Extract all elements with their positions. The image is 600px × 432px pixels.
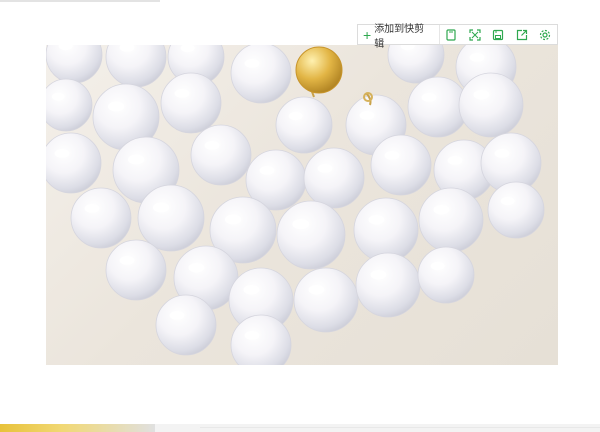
pearl (303, 147, 365, 209)
pearl-highlight (292, 219, 310, 230)
pearl (275, 96, 333, 154)
pearl-necklace-image (46, 45, 558, 365)
pearl-highlight (368, 214, 385, 225)
pearl (70, 187, 132, 249)
pearl (417, 246, 475, 304)
pearl-highlight (224, 214, 242, 225)
fullscreen-button[interactable] (463, 25, 486, 44)
pearl (276, 200, 346, 270)
pearl (46, 78, 93, 132)
pearl-highlight (384, 150, 400, 160)
pearl (46, 132, 102, 194)
pearl-highlight (308, 284, 325, 295)
add-to-clip-button[interactable]: + 添加到快剪辑 (358, 24, 440, 50)
bottom-divider (200, 427, 600, 428)
pearl-highlight (469, 52, 485, 62)
pearl-highlight (259, 165, 275, 175)
pearl (293, 267, 359, 333)
pearl-highlight (107, 101, 125, 112)
pearl-highlight (51, 92, 65, 101)
add-to-clip-label: 添加到快剪辑 (374, 23, 425, 50)
pearl-highlight (494, 148, 510, 158)
pearl (458, 72, 524, 138)
top-divider (0, 0, 160, 2)
pearl-highlight (204, 140, 220, 150)
pearl-highlight (473, 89, 490, 100)
pearl-highlight (84, 203, 100, 213)
image-toolbar: + 添加到快剪辑 (357, 24, 558, 50)
pearl-highlight (244, 58, 260, 68)
pearl (190, 124, 252, 186)
pearl (370, 134, 432, 196)
pearl (137, 184, 205, 252)
window-button[interactable] (440, 25, 463, 44)
pearl-highlight (127, 154, 145, 165)
plus-icon: + (363, 26, 372, 43)
window-icon (446, 28, 456, 41)
pearl (353, 197, 419, 263)
pearl-highlight (500, 196, 515, 206)
pearl-highlight (317, 163, 333, 173)
save-button[interactable] (487, 25, 510, 44)
share-button[interactable] (510, 25, 533, 44)
pearl (355, 252, 421, 318)
pearl-highlight (169, 310, 185, 320)
next-image-thumbnail[interactable] (0, 424, 155, 432)
pearl (418, 187, 484, 253)
pearl-highlight (188, 262, 205, 273)
pearl-highlight (421, 92, 437, 102)
settings-button[interactable] (534, 25, 557, 44)
pearl-highlight (433, 204, 450, 215)
pearl-strands (46, 45, 545, 365)
pearl-highlight (174, 88, 190, 98)
pearl-highlight (370, 269, 387, 280)
settings-icon (540, 29, 551, 40)
pearl-highlight (119, 255, 135, 265)
pearl (487, 181, 545, 239)
pearl (105, 239, 167, 301)
pearl-highlight (430, 261, 445, 271)
pearl-highlight (243, 284, 260, 295)
pearl-highlight (244, 330, 260, 340)
save-icon (493, 29, 504, 40)
pearl (160, 72, 222, 134)
pearl (46, 45, 103, 84)
gold-clasp (295, 46, 373, 106)
pearl-highlight (54, 148, 70, 158)
share-icon (516, 29, 527, 40)
pearl (155, 294, 217, 356)
fullscreen-icon (469, 28, 481, 41)
pearl-highlight (152, 202, 170, 213)
pearl-highlight (359, 110, 375, 120)
pearl-highlight (288, 111, 303, 121)
pearl (230, 45, 292, 104)
pearl-highlight (447, 155, 463, 165)
pearl (105, 45, 167, 88)
